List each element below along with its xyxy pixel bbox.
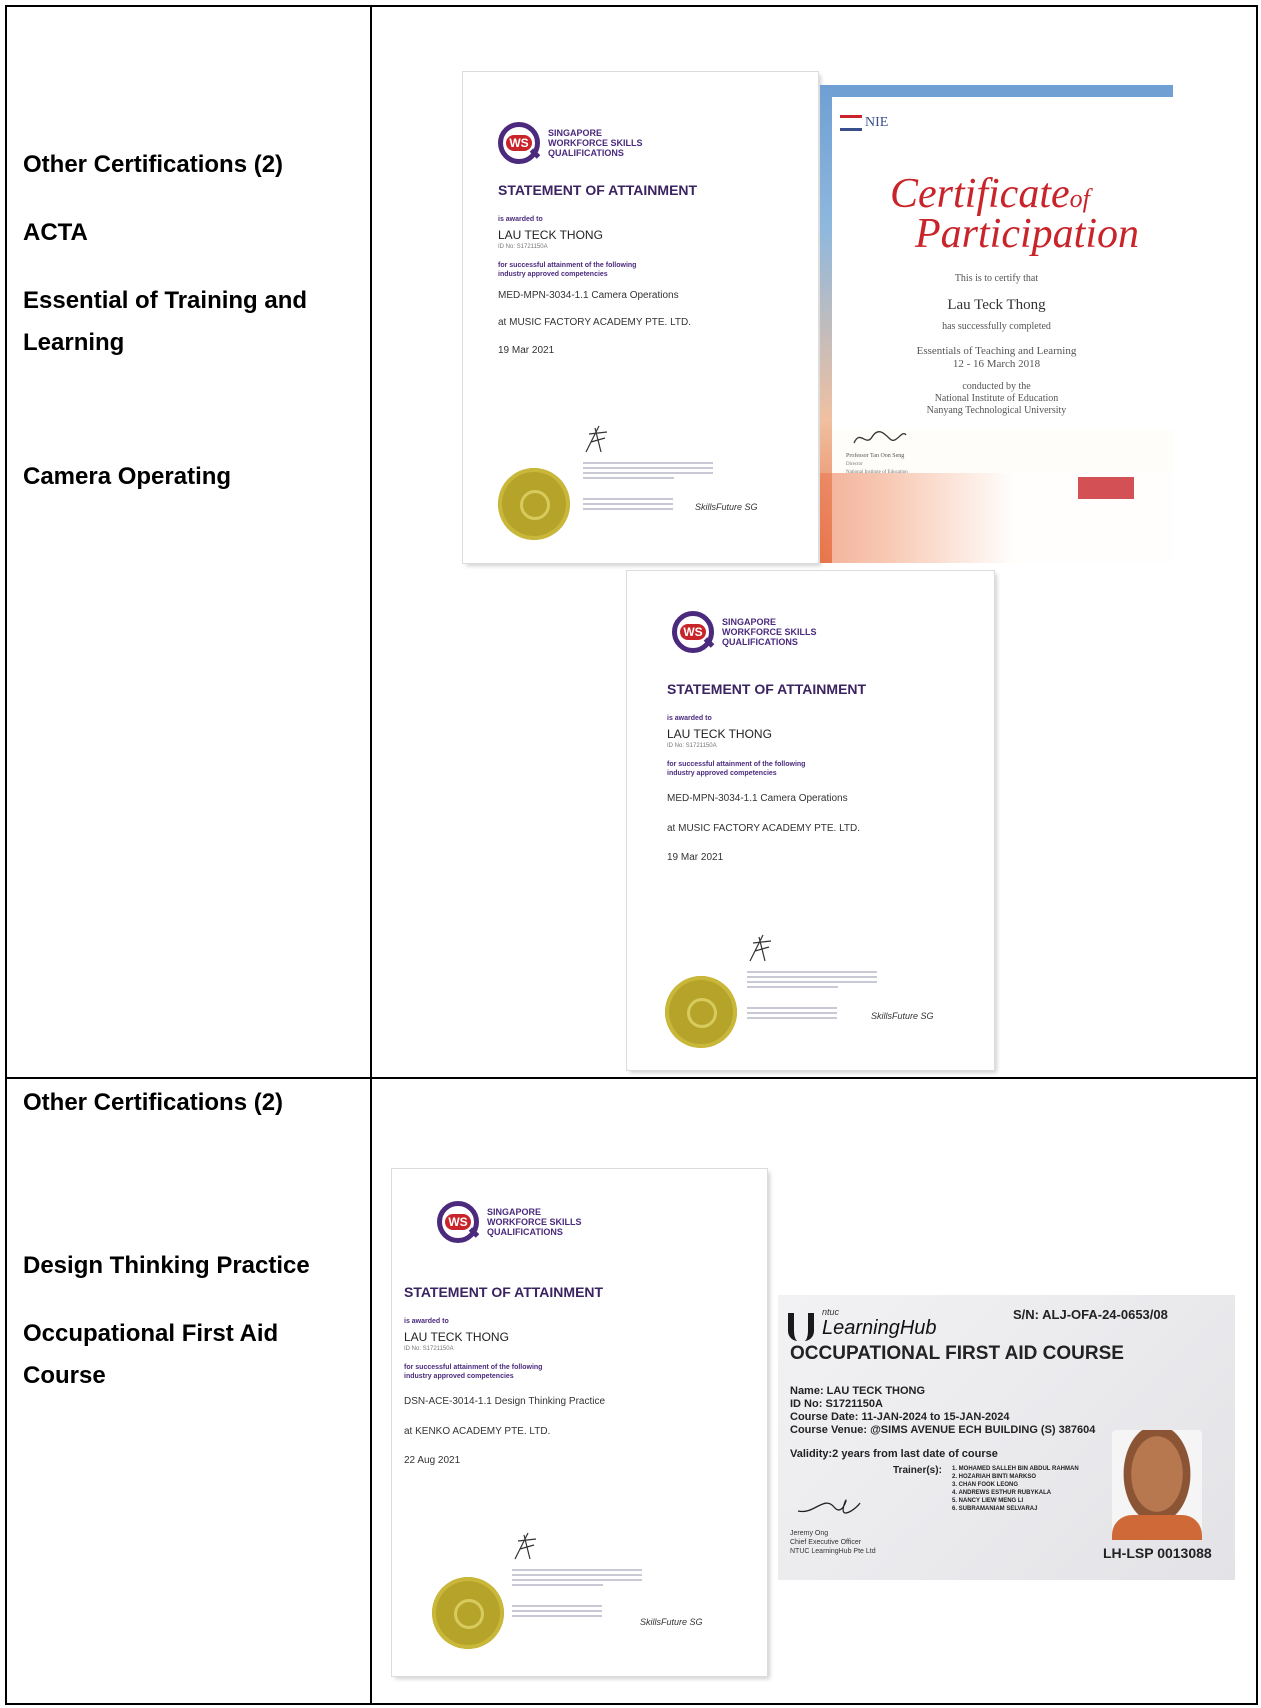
wsq-logo: WS SINGAPORE WORKFORCE SKILLS QUALIFICAT… [498,122,643,164]
row2-heading: Other Certifications (2) [23,1089,284,1116]
validity: Validity:2 years from last date of cours… [790,1448,998,1460]
soa-title: STATEMENT OF ATTAINMENT [404,1284,604,1300]
item-essential-training: Essential of Training and Learning [23,287,308,356]
skillsfuture-logo: SkillsFuture SG [695,502,758,512]
serial-number: S/N: ALJ-OFA-24-0653/08 [1013,1307,1168,1322]
wsq-design-certificate: WS SINGAPORE WORKFORCE SKILLS QUALIFICAT… [392,1169,767,1676]
row-divider [7,1077,1256,1079]
wsq-seal [498,468,570,540]
competency: MED-MPN-3034-1.1 Camera Operations [667,793,848,804]
wsq-logo: WS SINGAPORE WORKFORCE SKILLS QUALIFICAT… [437,1201,582,1243]
column-divider [370,7,372,1703]
card-reference: LH-LSP 0013088 [1103,1545,1212,1561]
soa-title: STATEMENT OF ATTAINMENT [667,681,867,697]
nie-title-2: Participation [915,211,1139,257]
card-course-title: OCCUPATIONAL FIRST AID COURSE [790,1343,1124,1364]
ntuc-first-aid-card: ntuc LearningHub S/N: ALJ-OFA-24-0653/08… [778,1295,1235,1580]
provider: at MUSIC FACTORY ACADEMY PTE. LTD. [498,317,692,328]
award-date: 19 Mar 2021 [667,852,724,863]
fine-print [512,1605,602,1620]
nie-dates: 12 - 16 March 2018 [952,358,1041,370]
award-date: 22 Aug 2021 [404,1455,461,1466]
signature [514,1532,537,1560]
award-date: 19 Mar 2021 [498,345,555,356]
wsq-logo: WS SINGAPORE WORKFORCE SKILLS QUALIFICAT… [672,611,817,653]
ntu-logo [1078,477,1134,499]
fine-print [512,1569,642,1589]
recipient-name: LAU TECK THONG [404,1330,509,1344]
skillsfuture-logo: SkillsFuture SG [871,1011,934,1021]
nie-course: Essentials of Teaching and Learning [916,345,1077,357]
wsq-camera-certificate-copy: WS SINGAPORE WORKFORCE SKILLS QUALIFICAT… [627,571,994,1070]
fine-print [583,498,673,513]
provider: at MUSIC FACTORY ACADEMY PTE. LTD. [667,823,861,834]
ntuc-signer: Jeremy Ong Chief Executive Officer NTUC Le… [790,1530,876,1555]
competency: DSN-ACE-3014-1.1 Design Thinking Practic… [404,1396,606,1407]
signature [585,425,608,453]
wsq-seal [665,976,737,1048]
fine-print [583,462,713,482]
item-design-thinking: Design Thinking Practice [23,1252,310,1279]
nie-signature [853,431,907,444]
row1-heading: Other Certifications (2) [23,151,284,178]
signature [749,934,772,962]
competency: MED-MPN-3034-1.1 Camera Operations [498,290,679,301]
skillsfuture-logo: SkillsFuture SG [640,1617,703,1627]
item-acta: ACTA [23,219,88,246]
recipient-name: LAU TECK THONG [498,228,603,242]
item-first-aid: Occupational First Aid Course [23,1320,279,1389]
trainers-list: 1. MOHAMED SALLEH BIN ABDUL RAHMAN 2. HOZ… [952,1466,1079,1512]
ntuc-brand: LearningHub [822,1317,937,1339]
nie-recipient: Lau Teck Thong [947,297,1046,313]
wsq-camera-certificate: WS SINGAPORE WORKFORCE SKILLS QUALIFICAT… [463,72,818,563]
recipient-name: LAU TECK THONG [667,727,772,741]
item-camera-operating: Camera Operating [23,463,232,490]
provider: at KENKO ACADEMY PTE. LTD. [404,1426,551,1437]
nie-logo: NIE [840,115,888,131]
fine-print [747,971,877,991]
wsq-seal [432,1577,504,1649]
ntuc-logo [788,1313,814,1341]
nie-certificate: NIE Certificateof Participation This is … [820,85,1173,563]
soa-title: STATEMENT OF ATTAINMENT [498,182,698,198]
fine-print [747,1007,837,1022]
ntuc-signature [797,1499,861,1514]
